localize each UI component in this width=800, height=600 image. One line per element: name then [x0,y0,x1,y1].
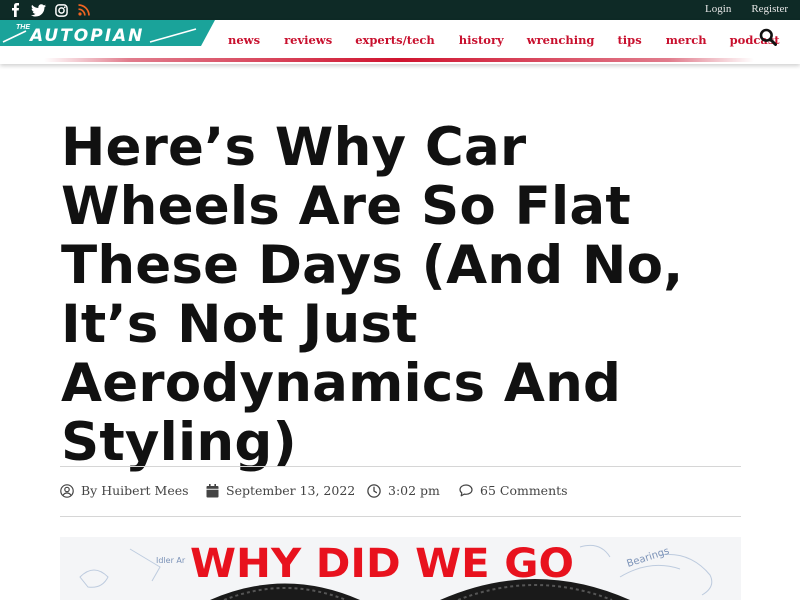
hero-image: Idler Ar Bearings WHY DID WE GO [60,537,741,600]
primary-nav: news reviews experts/tech history wrench… [228,33,780,47]
login-link[interactable]: Login [705,3,731,15]
nav-accent-line [44,58,754,62]
nav-item-reviews[interactable]: reviews [284,33,332,47]
hero-label-idler: Idler Ar [156,556,186,565]
author-meta[interactable]: By Huibert Mees [60,483,189,498]
publish-date: September 13, 2022 [226,483,356,498]
logo-wordmark: AUTOPIAN [28,26,144,46]
search-button[interactable] [759,28,779,48]
nav-item-experts-tech[interactable]: experts/tech [355,33,435,47]
author-name: By Huibert Mees [81,483,189,498]
facebook-icon[interactable] [7,2,23,18]
social-links [7,2,92,18]
clock-icon [367,483,381,498]
comment-count: 65 Comments [480,483,568,498]
comments-meta[interactable]: 65 Comments [459,483,568,498]
nav-item-news[interactable]: news [228,33,260,47]
instagram-icon[interactable] [53,2,69,18]
time-meta: 3:02 pm [367,483,440,498]
site-logo[interactable]: THE AUTOPIAN [0,20,215,46]
article-meta: By Huibert Mees September 13, 2022 3:02 … [60,466,741,517]
twitter-icon[interactable] [30,2,46,18]
article-title: Here’s Why Car Wheels Are So Flat These … [61,117,684,473]
nav-item-history[interactable]: history [459,33,504,47]
nav-item-wrenching[interactable]: wrenching [527,33,595,47]
hero-headline: WHY DID WE GO [190,541,574,587]
nav-item-tips[interactable]: tips [617,33,641,47]
top-utility-bar: Login Register [0,0,800,20]
search-icon [759,28,777,46]
user-icon [60,483,74,498]
nav-item-merch[interactable]: merch [666,33,707,47]
calendar-icon [206,483,219,497]
date-meta: September 13, 2022 [206,483,355,498]
publish-time: 3:02 pm [388,483,440,498]
logo-prefix: THE [16,24,30,31]
register-link[interactable]: Register [751,3,788,15]
comment-icon [459,484,473,497]
rss-icon[interactable] [76,2,92,18]
